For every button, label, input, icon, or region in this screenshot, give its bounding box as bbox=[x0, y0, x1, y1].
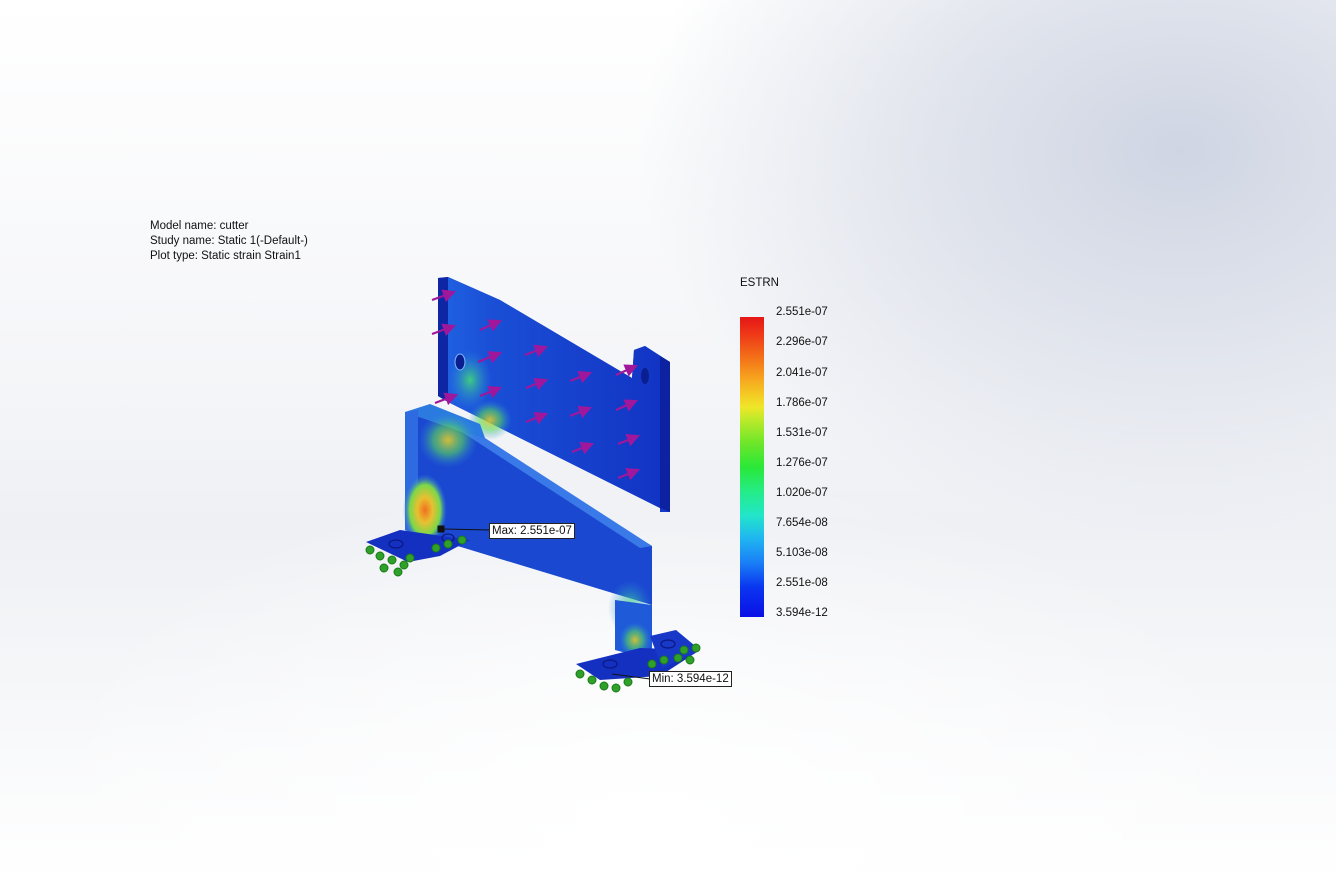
legend-tick: 1.276e-07 bbox=[776, 457, 828, 469]
legend-tick: 2.551e-07 bbox=[776, 306, 828, 318]
legend-tick: 2.296e-07 bbox=[776, 336, 828, 348]
legend-colorbar bbox=[740, 317, 764, 617]
legend-tick: 7.654e-08 bbox=[776, 517, 828, 529]
legend-tick: 5.103e-08 bbox=[776, 547, 828, 559]
min-probe-label: Min: 3.594e-12 bbox=[649, 671, 732, 687]
max-probe-label: Max: 2.551e-07 bbox=[489, 523, 575, 539]
legend-tick: 2.551e-08 bbox=[776, 577, 828, 589]
legend-title: ESTRN bbox=[740, 277, 779, 289]
legend-tick: 2.041e-07 bbox=[776, 367, 828, 379]
fea-model-view[interactable] bbox=[0, 0, 1336, 880]
legend-tick: 1.020e-07 bbox=[776, 487, 828, 499]
legend-tick: 1.786e-07 bbox=[776, 397, 828, 409]
legend-tick: 3.594e-12 bbox=[776, 607, 828, 619]
legend-tick: 1.531e-07 bbox=[776, 427, 828, 439]
